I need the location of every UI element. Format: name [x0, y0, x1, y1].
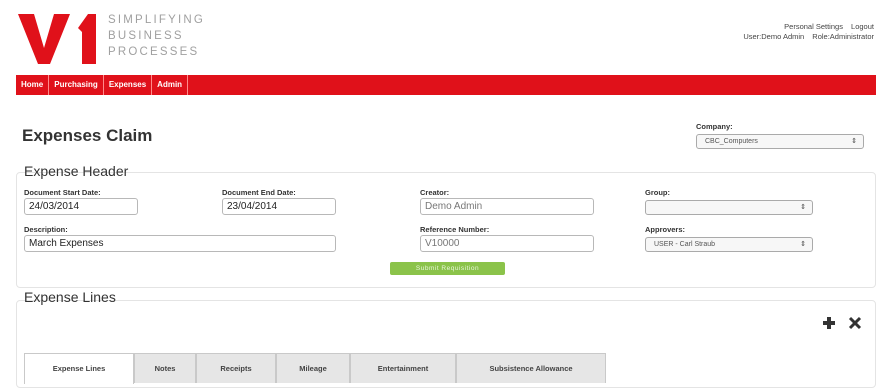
tab-expense-lines[interactable]: Expense Lines	[24, 353, 134, 384]
reference-field: Reference Number: V10000	[420, 225, 594, 252]
tab-subsistence-allowance[interactable]: Subsistence Allowance	[456, 353, 606, 383]
start-date-label: Document Start Date:	[24, 188, 101, 197]
company-select-group: Company: CBC_Computers ⇕	[696, 122, 864, 149]
personal-settings-link[interactable]: Personal Settings	[784, 22, 843, 31]
approvers-label: Approvers:	[645, 225, 686, 234]
nav-item-admin[interactable]: Admin	[152, 75, 189, 95]
approver-value: USER - Carl Straub	[654, 241, 716, 248]
creator-input: Demo Admin	[420, 198, 594, 215]
description-label: Description:	[24, 225, 68, 234]
group-label: Group:	[645, 188, 670, 197]
nav-item-purchasing[interactable]: Purchasing	[49, 75, 104, 95]
group-field: Group: ⇕	[645, 188, 813, 215]
approvers-select[interactable]: USER - Carl Straub ⇕	[645, 237, 813, 252]
updown-arrow-icon: ⇕	[851, 138, 857, 145]
end-date-label: Document End Date:	[222, 188, 296, 197]
company-value: CBC_Computers	[705, 138, 758, 145]
start-date-input[interactable]: 24/03/2014	[24, 198, 138, 215]
tab-notes[interactable]: Notes	[134, 353, 196, 383]
tagline: SIMPLIFYING BUSINESS PROCESSES	[108, 12, 205, 60]
logout-link[interactable]: Logout	[851, 22, 874, 31]
tagline-line: PROCESSES	[108, 46, 200, 58]
updown-arrow-icon: ⇕	[800, 204, 806, 211]
end-date-field: Document End Date: 23/04/2014	[222, 188, 336, 215]
tab-entertainment[interactable]: Entertainment	[350, 353, 456, 383]
main-nav: Home Purchasing Expenses Admin	[16, 75, 876, 95]
start-date-field: Document Start Date: 24/03/2014	[24, 188, 138, 215]
creator-label: Creator:	[420, 188, 450, 197]
app-header: SIMPLIFYING BUSINESS PROCESSES Personal …	[0, 0, 890, 74]
tagline-line: BUSINESS	[108, 30, 184, 42]
company-select[interactable]: CBC_Computers ⇕	[696, 134, 864, 149]
nav-item-home[interactable]: Home	[16, 75, 50, 95]
plus-icon[interactable]	[822, 316, 836, 330]
close-icon[interactable]	[848, 316, 862, 330]
tab-mileage[interactable]: Mileage	[276, 353, 350, 383]
updown-arrow-icon: ⇕	[800, 241, 806, 248]
current-user: User:Demo Admin	[743, 32, 805, 41]
company-label: Company:	[696, 122, 733, 131]
creator-field: Creator: Demo Admin	[420, 188, 594, 215]
expense-lines-title: Expense Lines	[24, 289, 116, 305]
nav-item-expenses[interactable]: Expenses	[104, 75, 153, 95]
page-title: Expenses Claim	[22, 126, 153, 145]
tagline-line: SIMPLIFYING	[108, 14, 206, 26]
reference-input: V10000	[420, 235, 594, 252]
expense-header-title: Expense Header	[24, 163, 129, 179]
submit-requisition-button[interactable]: Submit Requisition	[390, 262, 505, 275]
v1-logo	[18, 14, 96, 64]
description-field: Description: March Expenses	[24, 225, 336, 252]
current-role: Role:Administrator	[812, 32, 874, 41]
end-date-input[interactable]: 23/04/2014	[222, 198, 336, 215]
approvers-field: Approvers: USER - Carl Straub ⇕	[645, 225, 813, 252]
description-input[interactable]: March Expenses	[24, 235, 336, 252]
user-links: Personal Settings Logout User:Demo Admin…	[737, 22, 874, 42]
reference-label: Reference Number:	[420, 225, 490, 234]
tab-receipts[interactable]: Receipts	[196, 353, 276, 383]
group-select[interactable]: ⇕	[645, 200, 813, 215]
